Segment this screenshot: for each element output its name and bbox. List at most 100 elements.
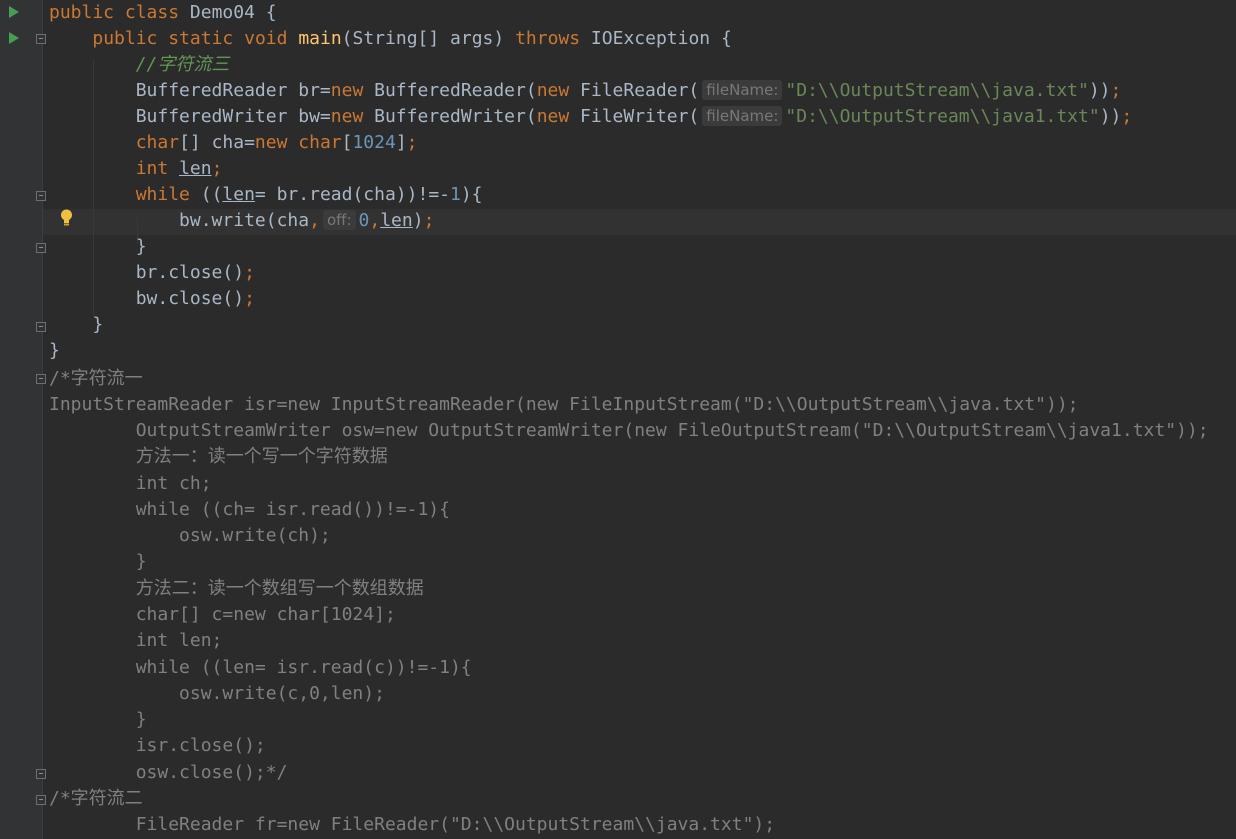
params: (String[] args) [341,28,516,49]
semicolon: ; [1110,80,1122,101]
number-literal: 1 [450,184,461,205]
code-line-2[interactable]: public static void main(String[] args) t… [49,26,732,52]
code-line-14[interactable]: } [49,338,60,364]
semicolon: ; [244,288,255,309]
comment-line[interactable]: while ((len= isr.read(c))!=-1){ [49,655,472,681]
keyword: static [168,28,234,49]
code-line-10[interactable]: } [49,234,147,260]
keyword: char [135,132,180,153]
number-literal: 0 [358,210,370,231]
code-line-12[interactable]: bw.close(); [49,286,255,312]
fold-icon[interactable] [36,191,46,201]
code-token: )) [1099,106,1122,127]
code-token: } [49,340,60,361]
keyword: throws [515,28,581,49]
line-comment: //字符流三 [135,54,230,75]
fold-icon[interactable] [36,795,46,805]
code-line-5[interactable]: BufferedWriter bw=new BufferedWriter(new… [49,104,1132,130]
code-token: )) [1088,80,1111,101]
code-line-4[interactable]: BufferedReader br=new BufferedReader(new… [49,78,1121,104]
run-class-icon[interactable] [9,6,19,18]
code-token: ){ [460,184,483,205]
semicolon: ; [1121,106,1133,127]
keyword: class [124,2,180,23]
run-main-icon[interactable] [9,32,19,44]
code-token: FileReader( [569,80,700,101]
code-token: bw.write(cha [179,210,310,231]
exception: IOException { [580,28,732,49]
fold-icon[interactable] [36,34,46,44]
comment-line[interactable]: /*字符流一 [49,366,143,392]
code-token: } [135,236,147,257]
parameter-hint: fileName: [702,80,783,100]
comment-line[interactable]: osw.write(c,0,len); [49,681,385,707]
keyword: new [330,80,364,101]
comment-line[interactable]: isr.close(); [49,733,266,759]
semicolon: ; [211,158,223,179]
code-line-6[interactable]: char[] cha=new char[1024]; [49,130,418,156]
fold-icon[interactable] [36,374,46,384]
code-token: BufferedWriter bw= [135,106,331,127]
comment-line[interactable]: while ((ch= isr.read())!=-1){ [49,497,450,523]
variable: len [179,158,212,179]
code-line-7[interactable]: int len; [49,156,223,182]
comment-line[interactable]: int ch; [49,471,212,497]
comment-line[interactable]: InputStreamReader isr=new InputStreamRea… [49,392,1079,418]
keyword: new [254,132,288,153]
comment-line[interactable]: 方法一：读一个写一个字符数据 [49,444,388,470]
class-name: Demo04 [189,2,255,23]
code-token: } [92,314,104,335]
comment-line[interactable]: /*字符流二 [49,786,143,812]
comment-line[interactable]: char[] c=new char[1024]; [49,602,396,628]
semicolon: ; [406,132,418,153]
keyword: void [244,28,288,49]
parameter-hint: fileName: [702,106,783,126]
string-literal: "D:\\OutputStream\\java1.txt" [785,106,1100,127]
code-token: ] [395,132,407,153]
code-line-9[interactable]: bw.write(cha, off: 0,len); [49,208,434,234]
number-literal: 1024 [352,132,396,153]
code-line-3[interactable]: //字符流三 [49,52,230,78]
code-line-8[interactable]: while ((len= br.read(cha))!=-1){ [49,182,483,208]
keyword: public [49,2,115,23]
brace: { [254,2,277,23]
code-token: BufferedReader( [363,80,537,101]
comment-line[interactable]: } [49,549,147,575]
keyword: new [536,80,570,101]
comment-line[interactable]: osw.close();*/ [49,760,288,786]
code-token: bw.close() [135,288,245,309]
variable: len [380,210,413,231]
code-editor[interactable]: public class Demo04 { public static void… [0,0,1236,839]
code-line-1[interactable]: public class Demo04 { [49,0,277,26]
keyword: while [135,184,190,205]
code-token: (( [189,184,223,205]
comment-line[interactable]: int len; [49,628,223,654]
comment-line[interactable]: 方法二：读一个数组写一个数组数据 [49,576,424,602]
keyword: new [536,106,570,127]
keyword: char [287,132,342,153]
fold-icon[interactable] [36,769,46,779]
code-token: = br.read(cha))!=- [254,184,450,205]
comment-line[interactable]: FileReader fr=new FileReader("D:\\Output… [49,812,775,838]
code-token: BufferedWriter( [363,106,537,127]
keyword: int [135,158,169,179]
semicolon: ; [423,210,435,231]
string-literal: "D:\\OutputStream\\java.txt" [785,80,1089,101]
comma: , [309,210,320,231]
parameter-hint: off: [322,210,356,230]
fold-icon[interactable] [36,322,46,332]
comment-line[interactable]: osw.write(ch); [49,523,331,549]
code-token: [] cha= [179,132,255,153]
code-token: ) [412,210,424,231]
comment-line[interactable]: OutputStreamWriter osw=new OutputStreamW… [49,418,1209,444]
comma: , [369,210,381,231]
keyword: new [330,106,364,127]
code-line-13[interactable]: } [49,312,103,338]
variable: len [222,184,255,205]
keyword: public [92,28,158,49]
code-token: BufferedReader br= [135,80,331,101]
comment-line[interactable]: } [49,707,147,733]
code-line-11[interactable]: br.close(); [49,260,255,286]
editor-gutter [0,0,43,839]
fold-icon[interactable] [36,243,46,253]
